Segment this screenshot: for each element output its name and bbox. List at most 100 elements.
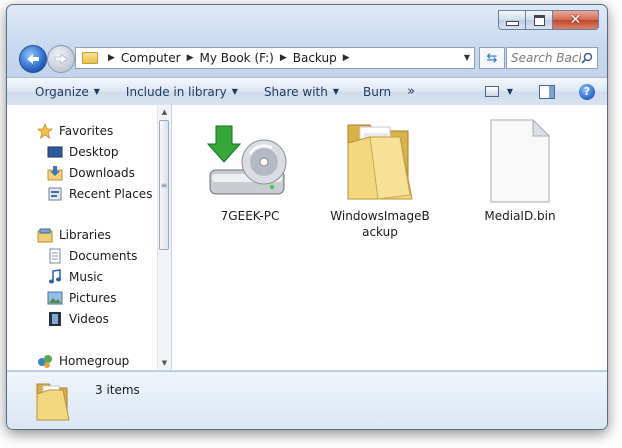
sidebar-item-label: Documents: [69, 249, 138, 263]
more-commands-label: »: [407, 84, 416, 99]
item-count: 3 items: [95, 383, 140, 397]
folder-icon: [33, 378, 73, 427]
file-name: WindowsImageBackup: [330, 209, 430, 239]
sidebar-item-label: Favorites: [59, 124, 114, 138]
pictures-icon: [47, 290, 63, 306]
include-in-library-label: Include in library: [125, 84, 227, 99]
minimize-icon: [505, 20, 519, 26]
refresh-button[interactable]: ⇆: [479, 47, 505, 69]
burn-button[interactable]: Burn: [349, 78, 401, 105]
help-button[interactable]: ?: [567, 78, 607, 105]
forward-arrow-icon: [54, 53, 68, 65]
chevron-right-icon[interactable]: ▶: [187, 53, 194, 63]
forward-button[interactable]: [47, 45, 75, 73]
back-button[interactable]: [19, 45, 47, 73]
search-input[interactable]: Search Back...: [511, 51, 581, 65]
chevron-down-icon[interactable]: ▼: [464, 53, 470, 62]
chevron-right-icon[interactable]: ▶: [108, 53, 115, 63]
scroll-down-icon[interactable]: ▼: [158, 356, 171, 370]
folder-icon: [330, 113, 430, 208]
caption-buttons: ✕: [498, 10, 599, 30]
file-icon: [470, 113, 570, 208]
sidebar-item-music[interactable]: Music: [47, 267, 103, 287]
maximize-button[interactable]: [526, 10, 553, 30]
file-item[interactable]: WindowsImageBackup: [330, 113, 430, 240]
star-icon: [37, 123, 53, 139]
file-item[interactable]: 7GEEK-PC: [200, 113, 300, 224]
address-bar[interactable]: ▶ Computer ▶ My Book (F:) ▶ Backup ▶ ▼: [75, 47, 475, 69]
navigation-pane: Favorites Desktop Downloads Recent Place…: [7, 105, 171, 370]
sidebar-item-documents[interactable]: Documents: [47, 246, 137, 266]
navigation-scrollbar[interactable]: ▲ ≡ ▼: [157, 105, 171, 370]
chevron-down-icon: ▼: [506, 87, 513, 96]
sidebar-item-videos[interactable]: Videos: [47, 309, 109, 329]
file-name: 7GEEK-PC: [220, 209, 280, 223]
back-arrow-icon: [27, 54, 39, 64]
command-bar: Organize ▼ Include in library ▼ Share with…: [7, 77, 607, 106]
sidebar-item-desktop[interactable]: Desktop: [47, 142, 119, 162]
breadcrumb-drive[interactable]: My Book (F:): [200, 51, 274, 65]
sidebar-item-label: Libraries: [59, 228, 111, 242]
change-view-button[interactable]: [481, 78, 503, 105]
scroll-up-icon[interactable]: ▲: [158, 105, 171, 119]
sidebar-item-label: Downloads: [69, 166, 135, 180]
chevron-down-icon: ▼: [332, 87, 339, 96]
music-icon: [47, 269, 63, 285]
search-icon: [581, 52, 593, 64]
navigation-tree: Favorites Desktop Downloads Recent Place…: [7, 105, 157, 370]
recent-places-icon: [47, 186, 63, 202]
sidebar-item-libraries[interactable]: Libraries: [37, 225, 111, 245]
file-item[interactable]: MediaID.bin: [470, 113, 570, 224]
sidebar-item-recent-places[interactable]: Recent Places: [47, 184, 152, 204]
refresh-icon: ⇆: [486, 50, 498, 66]
view-options-button[interactable]: ▼: [503, 78, 527, 105]
chevron-right-icon[interactable]: ▶: [280, 53, 287, 63]
sidebar-item-downloads[interactable]: Downloads: [47, 163, 135, 183]
sidebar-item-pictures[interactable]: Pictures: [47, 288, 117, 308]
scrollbar-thumb[interactable]: ≡: [159, 120, 169, 250]
include-in-library-button[interactable]: Include in library ▼: [110, 78, 248, 105]
homegroup-icon: [37, 353, 53, 369]
details-pane: 3 items: [7, 371, 607, 429]
burn-label: Burn: [363, 84, 392, 99]
libraries-icon: [37, 227, 53, 243]
sidebar-item-label: Music: [69, 270, 104, 284]
help-icon: ?: [579, 83, 595, 100]
downloads-icon: [47, 165, 63, 181]
share-with-button[interactable]: Share with ▼: [248, 78, 349, 105]
sidebar-item-homegroup[interactable]: Homegroup: [37, 351, 129, 370]
file-name: MediaID.bin: [484, 209, 556, 223]
minimize-button[interactable]: [498, 10, 526, 30]
sidebar-item-label: Pictures: [69, 291, 117, 305]
folder-icon: [82, 52, 98, 64]
view-icon: [484, 86, 499, 97]
organize-button[interactable]: Organize ▼: [7, 78, 110, 105]
preview-pane-button[interactable]: [527, 78, 567, 105]
explorer-window: ✕ ▶ Computer ▶ My Book (F:) ▶ Backup ▶ ▼…: [6, 4, 608, 430]
documents-icon: [47, 248, 63, 264]
view-controls: ▼ ?: [481, 78, 607, 105]
sidebar-item-label: Recent Places: [69, 187, 153, 201]
sidebar-item-label: Homegroup: [59, 354, 130, 368]
organize-label: Organize: [35, 84, 89, 99]
sidebar-item-favorites[interactable]: Favorites: [37, 121, 113, 141]
breadcrumb-computer[interactable]: Computer: [121, 51, 181, 65]
maximize-icon: [533, 14, 545, 26]
chevron-right-icon[interactable]: ▶: [343, 53, 350, 63]
desktop-icon: [47, 144, 63, 160]
chevron-down-icon: ▼: [93, 87, 100, 96]
backup-drive-icon: [200, 113, 300, 208]
sidebar-item-label: Videos: [69, 312, 109, 326]
more-commands-button[interactable]: »: [401, 78, 425, 105]
breadcrumb-backup[interactable]: Backup: [293, 51, 337, 65]
search-box[interactable]: Search Back...: [506, 47, 598, 69]
sidebar-item-label: Desktop: [69, 145, 119, 159]
close-icon: ✕: [569, 12, 582, 28]
share-with-label: Share with: [263, 84, 328, 99]
navigation-bar: ▶ Computer ▶ My Book (F:) ▶ Backup ▶ ▼ ⇆…: [19, 45, 598, 73]
file-list: 7GEEK-PC WindowsImageBackup MediaID.bin: [172, 105, 607, 370]
chevron-down-icon: ▼: [231, 87, 238, 96]
videos-icon: [47, 311, 63, 327]
close-button[interactable]: ✕: [553, 10, 599, 30]
preview-pane-icon: [539, 84, 555, 99]
